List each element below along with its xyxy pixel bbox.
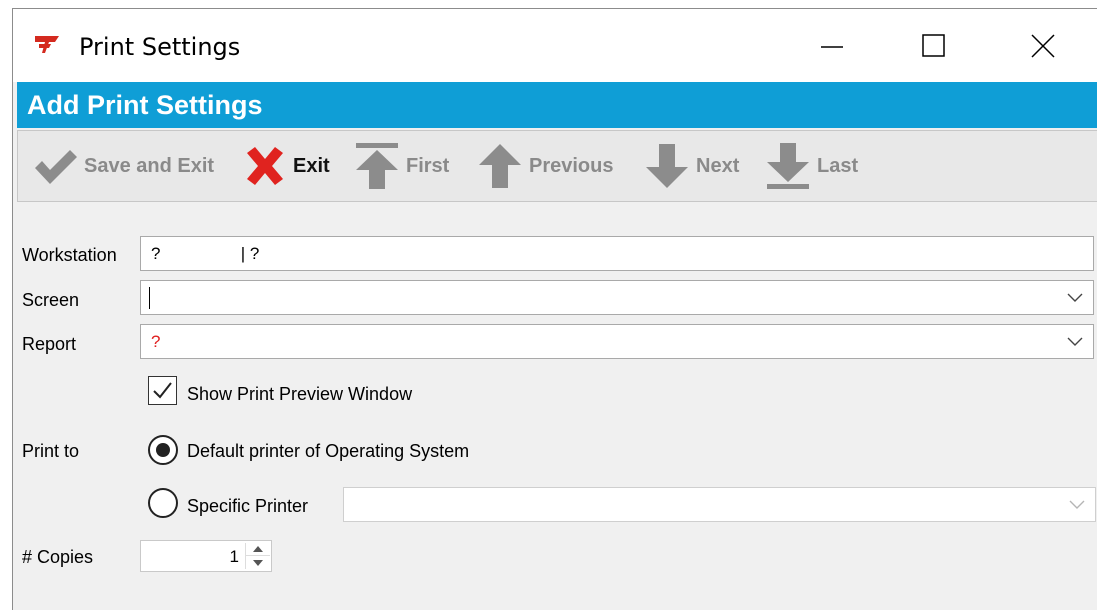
arrow-first-icon (356, 143, 398, 189)
show-print-preview-label: Show Print Preview Window (187, 384, 413, 404)
copies-label: # Copies (22, 547, 94, 567)
maximize-button[interactable] (889, 9, 979, 82)
header-title: Add Print Settings (27, 90, 263, 120)
arrow-down-icon (646, 144, 688, 188)
show-print-preview-checkbox[interactable] (148, 376, 177, 405)
app-logo-icon (35, 36, 59, 53)
close-button[interactable] (998, 9, 1088, 82)
chevron-down-icon[interactable] (1067, 291, 1083, 303)
chevron-down-icon[interactable] (1067, 335, 1083, 347)
copies-spinner[interactable]: 1 (140, 540, 272, 572)
save-and-exit-label: Save and Exit (84, 154, 215, 177)
previous-button[interactable]: Previous (477, 141, 613, 191)
default-printer-label: Default printer of Operating System (187, 441, 470, 461)
header-band: Add Print Settings (17, 82, 1097, 128)
title-bar[interactable]: Print Settings (13, 9, 1097, 82)
exit-label: Exit (293, 154, 330, 177)
print-to-label: Print to (22, 441, 80, 461)
last-label: Last (817, 154, 859, 177)
screen-select[interactable] (140, 280, 1094, 315)
minimize-icon (821, 45, 843, 48)
print-settings-window: Print Settings Add Print Settings Save a… (12, 8, 1097, 610)
arrow-up-icon (479, 144, 521, 188)
next-label: Next (696, 154, 740, 177)
previous-label: Previous (529, 154, 614, 177)
spinner-buttons (245, 543, 270, 569)
specific-printer-radio[interactable] (148, 488, 178, 518)
workstation-value: ? | ? (151, 244, 260, 263)
report-value: ? (151, 332, 161, 351)
spin-down-button[interactable] (246, 556, 270, 569)
report-label: Report (22, 334, 77, 354)
next-button[interactable]: Next (644, 141, 739, 191)
report-select[interactable]: ? (140, 324, 1094, 359)
chevron-down-icon[interactable] (1069, 498, 1085, 510)
red-x-icon (247, 147, 283, 185)
workstation-label: Workstation (22, 245, 117, 265)
exit-button[interactable]: Exit (243, 141, 330, 191)
default-printer-radio[interactable] (148, 435, 178, 465)
checkmark-icon (153, 382, 172, 399)
last-button[interactable]: Last (765, 141, 858, 191)
triangle-up-icon (253, 546, 263, 552)
arrow-last-icon (767, 143, 809, 189)
minimize-button[interactable] (787, 9, 877, 82)
specific-printer-select[interactable] (343, 487, 1096, 522)
maximize-icon (922, 33, 945, 57)
workstation-field[interactable]: ? | ? (140, 236, 1094, 271)
text-caret (149, 287, 150, 309)
save-and-exit-button[interactable]: Save and Exit (32, 141, 214, 191)
screen-label: Screen (22, 290, 80, 310)
toolbar: Save and Exit Exit First Previous Next L… (17, 130, 1097, 202)
close-icon (1031, 33, 1055, 58)
first-label: First (406, 154, 450, 177)
window-title: Print Settings (79, 33, 241, 61)
triangle-down-icon (253, 559, 263, 566)
spin-up-button[interactable] (246, 543, 270, 556)
copies-value: 1 (229, 547, 239, 566)
first-button[interactable]: First (354, 141, 449, 191)
checkmark-icon (35, 150, 77, 184)
specific-printer-label: Specific Printer (187, 496, 309, 516)
